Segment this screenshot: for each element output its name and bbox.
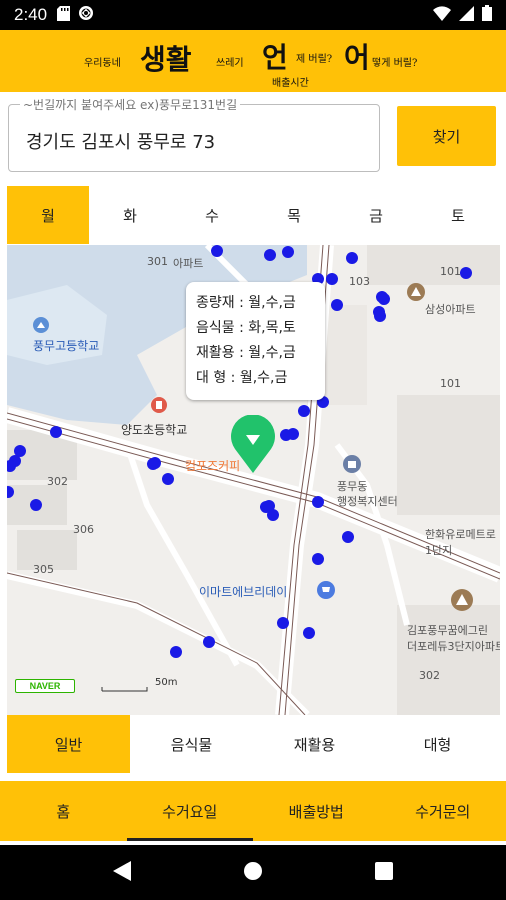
collection-point-marker[interactable]	[280, 429, 292, 441]
government-icon	[343, 455, 361, 477]
map-label-num: 306	[73, 523, 94, 536]
naver-logo: NAVER	[15, 679, 75, 693]
collection-point-marker[interactable]	[7, 486, 14, 498]
system-navigation-bar	[0, 845, 506, 900]
nav-disposal-method[interactable]: 배출방법	[253, 781, 380, 841]
day-tab-mon[interactable]: 월	[7, 186, 89, 244]
day-tab-thu[interactable]: 목	[253, 186, 335, 244]
waste-type-tabs: 일반 음식물 재활용 대형	[7, 715, 499, 773]
apartment-icon	[407, 283, 425, 305]
cart-icon	[317, 581, 335, 603]
type-tab-large[interactable]: 대형	[376, 715, 499, 773]
header-text: 배출시간	[272, 78, 309, 89]
schedule-info-bubble: 종량재 : 월,수,금 음식물 : 화,목,토 재활용 : 월,수,금 대 형 …	[186, 282, 325, 400]
school-icon	[151, 397, 167, 417]
collection-point-marker[interactable]	[342, 531, 354, 543]
collection-point-marker[interactable]	[211, 245, 223, 257]
header-text: 쓰레기	[216, 58, 244, 69]
sync-icon	[78, 5, 94, 25]
map-label-center: 풍무동 행정복지센터	[337, 480, 398, 508]
schedule-general: 종량재 : 월,수,금	[196, 295, 296, 311]
type-tab-food[interactable]: 음식물	[130, 715, 253, 773]
status-right	[433, 5, 492, 25]
collection-point-marker[interactable]	[331, 299, 343, 311]
app-screen: 2:40 우리동네 생활 쓰레기 언 제 버릴? 어 떻게 버릴? 배출시간 ~…	[0, 0, 506, 900]
header-text: 제 버릴?	[296, 54, 333, 65]
day-tab-wed[interactable]: 수	[171, 186, 253, 244]
collection-point-marker[interactable]	[170, 646, 182, 658]
header-text: 어	[344, 41, 370, 74]
map-label-mart: 이마트에브리데이	[199, 585, 288, 599]
collection-point-marker[interactable]	[264, 249, 276, 261]
map-label-num: 301	[147, 255, 168, 268]
map-label-road: 한화유로메트로 1단지	[425, 528, 496, 557]
status-bar: 2:40	[0, 0, 506, 30]
sd-card-icon	[57, 5, 71, 25]
day-tab-fri[interactable]: 금	[335, 186, 417, 244]
collection-point-marker[interactable]	[30, 499, 42, 511]
find-button[interactable]: 찾기	[397, 106, 496, 166]
header-text: 생활	[140, 43, 192, 76]
collection-point-marker[interactable]	[460, 267, 472, 279]
map-label-num: 305	[33, 563, 54, 576]
schedule-food: 음식물 : 화,목,토	[196, 320, 296, 336]
collection-point-marker[interactable]	[162, 473, 174, 485]
header-text: 떻게 버릴?	[372, 58, 418, 69]
nav-inquiry[interactable]: 수거문의	[380, 781, 506, 841]
school-icon	[33, 317, 49, 337]
battery-icon	[482, 5, 492, 25]
map-label-school2: 양도초등학교	[121, 423, 188, 437]
map-label-apt1: 삼성아파트	[425, 303, 476, 316]
collection-point-marker[interactable]	[346, 252, 358, 264]
location-pin-icon[interactable]	[229, 414, 277, 479]
header-text: 언	[262, 41, 288, 74]
map-label-num: 302	[47, 475, 68, 488]
collection-point-marker[interactable]	[14, 445, 26, 457]
header-banner: 우리동네 생활 쓰레기 언 제 버릴? 어 떻게 버릴? 배출시간	[0, 30, 506, 92]
address-input-label: ~번길까지 붙여주세요 ex)풍무로131번길	[20, 96, 241, 113]
back-icon[interactable]	[113, 860, 131, 885]
day-tab-tue[interactable]: 화	[89, 186, 171, 244]
status-time: 2:40	[14, 5, 48, 24]
collection-point-marker[interactable]	[203, 636, 215, 648]
collection-point-marker[interactable]	[263, 500, 275, 512]
header-text: 우리동네	[84, 58, 121, 69]
nav-collection-days[interactable]: 수거요일	[126, 781, 254, 841]
collection-point-marker[interactable]	[312, 496, 324, 508]
collection-point-marker[interactable]	[312, 553, 324, 565]
home-icon[interactable]	[243, 861, 263, 885]
collection-point-marker[interactable]	[303, 627, 315, 639]
day-tab-sat[interactable]: 토	[417, 186, 499, 244]
recents-icon[interactable]	[375, 861, 393, 884]
map-scale-label: 50m	[155, 677, 178, 688]
collection-point-marker[interactable]	[277, 617, 289, 629]
day-tabs: 월 화 수 목 금 토	[7, 186, 499, 244]
schedule-large: 대 형 : 월,수,금	[196, 370, 288, 386]
collection-point-marker[interactable]	[374, 310, 386, 322]
address-input-value[interactable]: 경기도 김포시 풍무로 73	[26, 128, 215, 154]
map-label-school1: 풍무고등학교	[33, 339, 100, 353]
collection-point-marker[interactable]	[50, 426, 62, 438]
map-label-num: 101	[440, 265, 461, 278]
map-label-apt2: 김포풍무꿈에그린 더포레듀3단지아파트	[407, 624, 500, 653]
map-label-num: 101	[440, 377, 461, 390]
type-tab-recycle[interactable]: 재활용	[253, 715, 376, 773]
wifi-icon	[433, 5, 451, 25]
collection-point-marker[interactable]	[298, 405, 310, 417]
collection-point-marker[interactable]	[326, 273, 338, 285]
signal-icon	[459, 5, 474, 25]
map-label-num: 103	[349, 275, 370, 288]
bottom-navigation: 홈 수거요일 배출방법 수거문의	[0, 781, 506, 841]
collection-point-marker[interactable]	[282, 246, 294, 258]
type-tab-general[interactable]: 일반	[7, 715, 130, 773]
map-label-num: 302	[419, 669, 440, 682]
schedule-recycle: 재활용 : 월,수,금	[196, 345, 296, 361]
map-label-apt-small: 아파트	[173, 257, 204, 270]
collection-point-marker[interactable]	[147, 458, 159, 470]
collection-point-marker[interactable]	[378, 293, 390, 305]
map-view[interactable]: 풍무고등학교 양도초등학교 컴포즈커피 풍무동 행정복지센터 이마트에브리데이 …	[7, 245, 500, 715]
apartment-icon	[451, 589, 473, 615]
nav-home[interactable]: 홈	[0, 781, 127, 841]
